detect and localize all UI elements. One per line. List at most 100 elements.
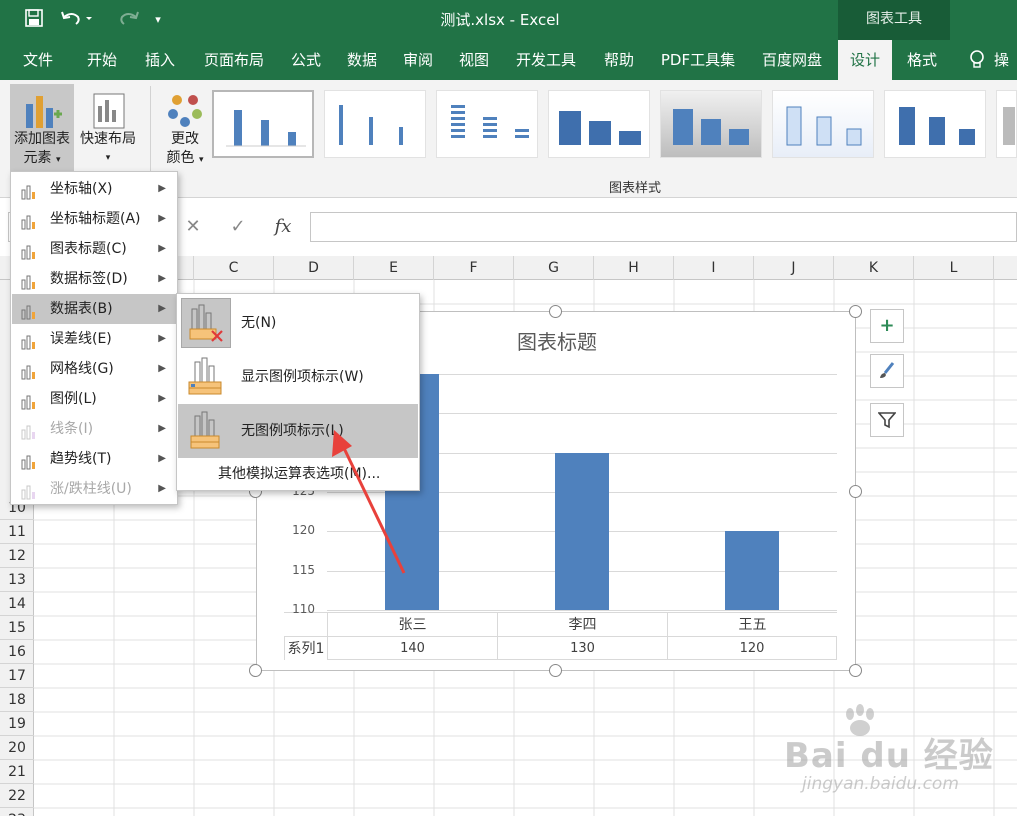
chart-title-icon [20, 241, 38, 260]
row-header-21[interactable]: 21 [0, 760, 34, 784]
row-header-16[interactable]: 16 [0, 640, 34, 664]
resize-handle-sw[interactable] [249, 664, 262, 677]
tab-file[interactable]: 文件 [12, 40, 64, 80]
chart-style-1[interactable] [212, 90, 314, 158]
tab-data[interactable]: 数据 [336, 40, 388, 80]
column-header-D[interactable]: D [274, 256, 354, 280]
row-header-22[interactable]: 22 [0, 784, 34, 808]
column-header-J[interactable]: J [754, 256, 834, 280]
menu-item-trendline[interactable]: 趋势线(T) ▶ [12, 444, 176, 474]
change-colors-button[interactable]: 更改 颜色 ▾ [160, 84, 210, 172]
menu-item-axis[interactable]: 坐标轴(X) ▶ [12, 174, 176, 204]
submenu-arrow-icon: ▶ [158, 393, 166, 404]
chart-filters-icon[interactable] [870, 403, 904, 437]
chart-styles-brush-icon[interactable] [870, 354, 904, 388]
resize-handle-ne[interactable] [849, 305, 862, 318]
add-chart-element-button[interactable]: 添加图表 元素 ▾ [10, 84, 74, 172]
row-header-23[interactable]: 23 [0, 808, 34, 816]
chart-style-7[interactable] [884, 90, 986, 158]
column-header-H[interactable]: H [594, 256, 674, 280]
data-table-with-legend-keys-option[interactable]: 显示图例项标示(W) [178, 350, 418, 404]
tab-baidu-netdisk[interactable]: 百度网盘 [752, 40, 832, 80]
tell-me-search[interactable]: 操 [994, 40, 1017, 80]
row-header-18[interactable]: 18 [0, 688, 34, 712]
column-header-I[interactable]: I [674, 256, 754, 280]
data-table-no-legend-keys-label: 无图例项标示(L) [241, 423, 344, 439]
tab-help[interactable]: 帮助 [594, 40, 644, 80]
undo-icon[interactable] [58, 9, 98, 31]
menu-item-gridlines[interactable]: 网格线(G) ▶ [12, 354, 176, 384]
data-table-value: 130 [497, 636, 667, 660]
row-header-14[interactable]: 14 [0, 592, 34, 616]
cancel-icon[interactable]: ✕ [178, 212, 208, 242]
resize-handle-s[interactable] [549, 664, 562, 677]
chart-elements-plus-icon[interactable]: + [870, 309, 904, 343]
enter-icon[interactable]: ✓ [223, 212, 253, 242]
menu-item-data-labels[interactable]: 数据标签(D) ▶ [12, 264, 176, 294]
data-table-no-legend-keys-option[interactable]: 无图例项标示(L) [178, 404, 418, 458]
data-table-more-options[interactable]: 其他模拟运算表选项(M)... [178, 460, 418, 488]
add-chart-element-menu: 坐标轴(X) ▶ 坐标轴标题(A) ▶ 图表标题(C) ▶ 数据标签(D) ▶ 数据表(B) ▶ 误… [10, 171, 178, 505]
submenu-arrow-icon: ▶ [158, 273, 166, 284]
resize-handle-se[interactable] [849, 664, 862, 677]
insert-function-icon[interactable]: fx [268, 212, 298, 242]
column-header-E[interactable]: E [354, 256, 434, 280]
row-header-12[interactable]: 12 [0, 544, 34, 568]
menu-item-label: 图例(L) [50, 391, 97, 407]
tab-developer[interactable]: 开发工具 [506, 40, 586, 80]
data-table-none-icon [181, 298, 231, 348]
tab-review[interactable]: 审阅 [392, 40, 444, 80]
resize-handle-e[interactable] [849, 485, 862, 498]
column-header-K[interactable]: K [834, 256, 914, 280]
chart-style-4[interactable] [548, 90, 650, 158]
row-header-17[interactable]: 17 [0, 664, 34, 688]
menu-item-lines: 线条(I) ▶ [12, 414, 176, 444]
row-header-20[interactable]: 20 [0, 736, 34, 760]
data-table-none-option[interactable]: 无(N) [178, 296, 418, 350]
document-title: 测试.xlsx - Excel [440, 11, 560, 29]
menu-item-axis-title[interactable]: 坐标轴标题(A) ▶ [12, 204, 176, 234]
bar-3[interactable] [725, 531, 779, 610]
tab-home[interactable]: 开始 [76, 40, 128, 80]
tab-pdf-tools[interactable]: PDF工具集 [652, 40, 744, 80]
chart-style-8[interactable] [996, 90, 1017, 158]
submenu-arrow-icon: ▶ [158, 483, 166, 494]
chart-style-6[interactable] [772, 90, 874, 158]
menu-item-label: 图表标题(C) [50, 241, 127, 257]
row-header-15[interactable]: 15 [0, 616, 34, 640]
row-header-13[interactable]: 13 [0, 568, 34, 592]
bar-2[interactable] [555, 452, 609, 610]
chart-style-5[interactable] [660, 90, 762, 158]
data-table-with-legend-keys-label: 显示图例项标示(W) [241, 369, 364, 385]
column-header-G[interactable]: G [514, 256, 594, 280]
tab-formulas[interactable]: 公式 [280, 40, 332, 80]
menu-item-legend[interactable]: 图例(L) ▶ [12, 384, 176, 414]
tab-view[interactable]: 视图 [448, 40, 500, 80]
save-icon[interactable] [22, 9, 46, 31]
lightbulb-icon[interactable] [964, 40, 990, 80]
chart-data-table[interactable]: 系列1 张三 140 李四 130 王五 120 [284, 612, 837, 660]
menu-item-data-table[interactable]: 数据表(B) ▶ [12, 294, 176, 324]
tab-insert[interactable]: 插入 [134, 40, 186, 80]
row-header-11[interactable]: 11 [0, 520, 34, 544]
chart-styles-gallery [212, 90, 1017, 158]
customize-qat-icon[interactable]: ▾ [150, 9, 166, 31]
tab-design[interactable]: 设计 [838, 40, 892, 80]
row-header-19[interactable]: 19 [0, 712, 34, 736]
menu-item-chart-title[interactable]: 图表标题(C) ▶ [12, 234, 176, 264]
tab-page-layout[interactable]: 页面布局 [196, 40, 272, 80]
column-header-L[interactable]: L [914, 256, 994, 280]
quick-layout-button[interactable]: 快速布局 ▾ [76, 84, 140, 172]
resize-handle-n[interactable] [549, 305, 562, 318]
menu-item-error-bars[interactable]: 误差线(E) ▶ [12, 324, 176, 354]
tab-format[interactable]: 格式 [896, 40, 948, 80]
chart-style-2[interactable] [324, 90, 426, 158]
chevron-down-icon: ▾ [105, 153, 111, 163]
trendline-icon [20, 451, 38, 470]
column-header-F[interactable]: F [434, 256, 514, 280]
column-header-C[interactable]: C [194, 256, 274, 280]
formula-input[interactable] [310, 212, 1017, 242]
chart-style-3[interactable] [436, 90, 538, 158]
menu-item-label: 涨/跌柱线(U) [50, 481, 132, 497]
data-table-icon [20, 301, 38, 320]
